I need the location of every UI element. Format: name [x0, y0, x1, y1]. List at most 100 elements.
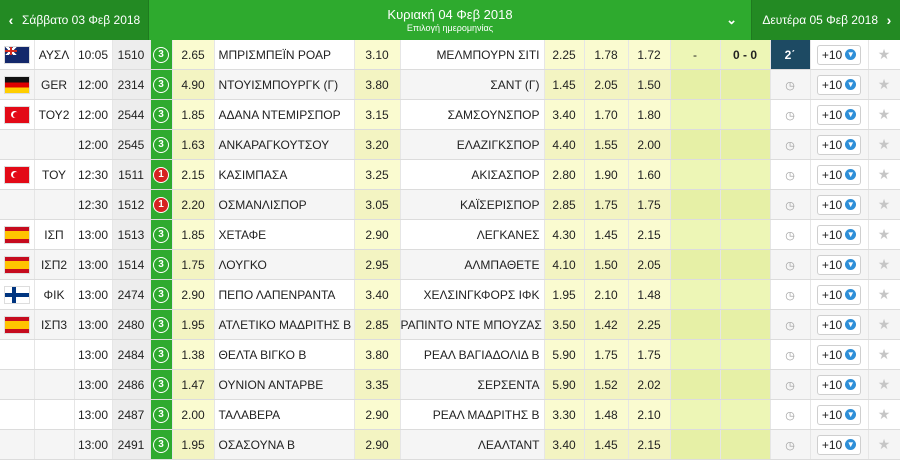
match-info[interactable]: ◷ [770, 369, 811, 400]
odd-draw[interactable]: 3.25 [354, 159, 401, 190]
odd-home[interactable]: 2.00 [172, 399, 215, 430]
favourite[interactable]: ★ [868, 339, 900, 370]
star-icon[interactable]: ★ [878, 46, 891, 62]
odd-away[interactable]: 1.45 [544, 69, 585, 100]
odd-away[interactable]: 4.30 [544, 219, 585, 250]
match-row[interactable]: ΙΣΠ 13:00 1513 3 1.85 ΧΕΤΑΦΕ 2.90 ΛΕΓΚΑΝΕΣ 4.30 1… [0, 219, 900, 250]
match-row[interactable]: ΤΟΥ2 12:00 2544 3 1.85 ΑΔΑΝΑ ΝΤΕΜΙΡΣΠΟΡ 3.15 ΣΑ… [0, 99, 900, 130]
more-bets[interactable]: +10 ▼ [810, 219, 869, 250]
match-info[interactable]: ◷ [770, 69, 811, 100]
match-info[interactable]: ◷ [770, 189, 811, 220]
odd-under[interactable]: 1.52 [584, 369, 629, 400]
favourite[interactable]: ★ [868, 429, 900, 460]
more-bets-button[interactable]: +10 ▼ [816, 374, 862, 395]
more-bets[interactable]: +10 ▼ [810, 159, 869, 190]
odd-home[interactable]: 2.65 [172, 40, 215, 70]
more-bets[interactable]: +10 ▼ [810, 399, 869, 430]
clock-icon[interactable]: ◷ [785, 320, 795, 332]
clock-icon[interactable]: ◷ [785, 440, 795, 452]
odd-away[interactable]: 2.25 [544, 40, 585, 70]
match-info[interactable]: ◷ [770, 219, 811, 250]
favourite[interactable]: ★ [868, 249, 900, 280]
more-bets[interactable]: +10 ▼ [810, 339, 869, 370]
favourite[interactable]: ★ [868, 69, 900, 100]
odd-draw[interactable]: 2.90 [354, 219, 401, 250]
odd-draw[interactable]: 2.90 [354, 399, 401, 430]
clock-icon[interactable]: ◷ [785, 410, 795, 422]
odd-away[interactable]: 4.40 [544, 129, 585, 160]
match-row[interactable]: ΙΣΠ2 13:00 1514 3 1.75 ΛΟΥΓΚΟ 2.95 ΑΛΜΠΑΘΕΤΕ 4.1… [0, 249, 900, 280]
odd-under[interactable]: 1.48 [584, 399, 629, 430]
odd-over[interactable]: 2.10 [628, 399, 671, 430]
odd-under[interactable]: 1.78 [584, 40, 629, 70]
star-icon[interactable]: ★ [878, 406, 891, 422]
odd-over[interactable]: 1.75 [628, 189, 671, 220]
more-bets[interactable]: +10 ▼ [810, 189, 869, 220]
odd-under[interactable]: 1.75 [584, 189, 629, 220]
favourite[interactable]: ★ [868, 159, 900, 190]
odd-draw[interactable]: 3.15 [354, 99, 401, 130]
odd-away[interactable]: 3.30 [544, 399, 585, 430]
match-info[interactable]: ◷ [770, 129, 811, 160]
clock-icon[interactable]: ◷ [785, 200, 795, 212]
more-bets[interactable]: +10 ▼ [810, 99, 869, 130]
odd-away[interactable]: 3.40 [544, 429, 585, 460]
favourite[interactable]: ★ [868, 399, 900, 430]
odd-away[interactable]: 3.40 [544, 99, 585, 130]
odd-over[interactable]: 2.15 [628, 429, 671, 460]
more-bets[interactable]: +10 ▼ [810, 69, 869, 100]
star-icon[interactable]: ★ [878, 76, 891, 92]
odd-over[interactable]: 1.50 [628, 69, 671, 100]
star-icon[interactable]: ★ [878, 166, 891, 182]
more-bets-button[interactable]: +10 ▼ [816, 164, 862, 185]
star-icon[interactable]: ★ [878, 256, 891, 272]
clock-icon[interactable]: ◷ [785, 290, 795, 302]
clock-icon[interactable]: ◷ [785, 110, 795, 122]
star-icon[interactable]: ★ [878, 346, 891, 362]
odd-home[interactable]: 4.90 [172, 69, 215, 100]
favourite[interactable]: ★ [868, 369, 900, 400]
star-icon[interactable]: ★ [878, 286, 891, 302]
match-row[interactable]: 13:00 2491 3 1.95 ΟΣΑΣΟΥΝΑ Β 2.90 ΛΕΑΛΤΑΝΤ 3.40… [0, 429, 900, 460]
clock-icon[interactable]: ◷ [785, 260, 795, 272]
odd-home[interactable]: 2.20 [172, 189, 215, 220]
odd-draw[interactable]: 2.85 [354, 309, 401, 340]
match-row[interactable]: 12:00 2545 3 1.63 ΑΝΚΑΡΑΓΚΟΥΤΣΟΥ 3.20 ΕΛΑΖΙΓΚΣ… [0, 129, 900, 160]
star-icon[interactable]: ★ [878, 436, 891, 452]
more-bets-button[interactable]: +10 ▼ [816, 224, 862, 245]
odd-draw[interactable]: 3.80 [354, 69, 401, 100]
date-picker[interactable]: Κυριακή 04 Φεβ 2018 Επιλογή ημερομηνίας … [149, 0, 751, 40]
match-info[interactable]: ◷ [770, 99, 811, 130]
next-day-button[interactable]: Δευτέρα 05 Φεβ 2018 › [751, 0, 900, 40]
more-bets-button[interactable]: +10 ▼ [816, 314, 862, 335]
odd-draw[interactable]: 3.40 [354, 279, 401, 310]
previous-day-button[interactable]: ‹ Σάββατο 03 Φεβ 2018 [0, 0, 149, 40]
odd-under[interactable]: 1.45 [584, 429, 629, 460]
favourite[interactable]: ★ [868, 99, 900, 130]
odd-draw[interactable]: 3.80 [354, 339, 401, 370]
match-row[interactable]: ΤΟΥ 12:30 1511 1 2.15 ΚΑΣΙΜΠΑΣΑ 3.25 ΑΚΙΣΑΣΠΟΡ 2… [0, 159, 900, 190]
favourite[interactable]: ★ [868, 189, 900, 220]
odd-home[interactable]: 1.85 [172, 219, 215, 250]
odd-under[interactable]: 1.42 [584, 309, 629, 340]
odd-over[interactable]: 2.05 [628, 249, 671, 280]
odd-away[interactable]: 4.10 [544, 249, 585, 280]
odd-over[interactable]: 1.60 [628, 159, 671, 190]
favourite[interactable]: ★ [868, 309, 900, 340]
match-info[interactable]: ◷ [770, 429, 811, 460]
odd-home[interactable]: 2.90 [172, 279, 215, 310]
odd-over[interactable]: 1.75 [628, 339, 671, 370]
match-row[interactable]: ΑΥΣΛ 10:05 1510 3 2.65 ΜΠΡΙΣΜΠΕΪΝ ΡΟΑΡ 3.10 ΜΕΛ… [0, 40, 900, 70]
more-bets[interactable]: +10 ▼ [810, 429, 869, 460]
more-bets[interactable]: +10 ▼ [810, 129, 869, 160]
odd-under[interactable]: 2.10 [584, 279, 629, 310]
odd-away[interactable]: 5.90 [544, 369, 585, 400]
odd-home[interactable]: 1.75 [172, 249, 215, 280]
odd-away[interactable]: 3.50 [544, 309, 585, 340]
match-info[interactable]: ◷ [770, 339, 811, 370]
clock-icon[interactable]: ◷ [785, 230, 795, 242]
match-row[interactable]: 13:00 2486 3 1.47 ΟΥΝΙΟΝ ΑΝΤΑΡΒΕ 3.35 ΣΕΡΣΕΝΤΑ… [0, 369, 900, 400]
clock-icon[interactable]: ◷ [785, 350, 795, 362]
more-bets-button[interactable]: +10 ▼ [816, 404, 862, 425]
odd-home[interactable]: 1.63 [172, 129, 215, 160]
